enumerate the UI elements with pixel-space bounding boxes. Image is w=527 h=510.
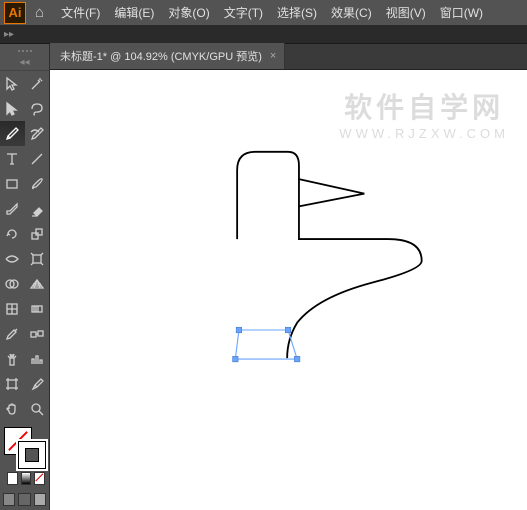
faucet-handle-path[interactable] [299,179,364,206]
menu-edit[interactable]: 编辑(E) [107,0,161,25]
home-icon[interactable]: ⌂ [35,4,44,21]
curvature-tool[interactable] [25,121,50,146]
menu-file[interactable]: 文件(F) [54,0,107,25]
menu-effect[interactable]: 效果(C) [324,0,379,25]
app-logo: Ai [4,2,26,24]
stroke-swatch[interactable] [18,441,46,469]
anchor-point[interactable] [285,327,290,332]
eyedropper-tool[interactable] [0,321,25,346]
artboard-tool[interactable] [0,371,25,396]
menu-object[interactable]: 对象(O) [161,0,216,25]
line-segment-tool[interactable] [25,146,50,171]
normal-mode[interactable] [3,493,15,506]
symbol-sprayer-tool[interactable] [0,346,25,371]
toolbox-grip[interactable] [0,47,49,55]
gradient-tool[interactable] [25,296,50,321]
menubar: 文件(F) 编辑(E) 对象(O) 文字(T) 选择(S) 效果(C) 视图(V… [54,0,490,25]
artwork [50,70,527,510]
column-graph-tool[interactable] [25,346,50,371]
color-mode-none[interactable] [34,472,45,485]
color-panel [0,421,49,489]
hand-tool[interactable] [0,396,25,421]
selection-anchors[interactable] [233,327,300,362]
presentation-mode[interactable] [34,493,46,506]
menu-view[interactable]: 视图(V) [379,0,433,25]
zoom-tool[interactable] [25,396,50,421]
type-tool[interactable] [0,146,25,171]
shape-builder-tool[interactable] [0,271,25,296]
scale-tool[interactable] [25,221,50,246]
anchor-point[interactable] [233,356,238,361]
free-transform-tool[interactable] [25,246,50,271]
tab-close-icon[interactable]: × [270,50,276,62]
blend-tool[interactable] [25,321,50,346]
color-mode-gradient[interactable] [21,472,32,485]
titlebar: Ai ⌂ 文件(F) 编辑(E) 对象(O) 文字(T) 选择(S) 效果(C)… [0,0,527,25]
controlbar-expand-icon[interactable]: ▸▸ [4,29,14,40]
menu-select[interactable]: 选择(S) [270,0,324,25]
anchor-point[interactable] [236,327,241,332]
tab-title: 未标题-1* @ 104.92% (CMYK/GPU 预览) [60,48,262,64]
slice-tool[interactable] [25,371,50,396]
document-tab[interactable]: 未标题-1* @ 104.92% (CMYK/GPU 预览) × [50,43,285,69]
document-area: 未标题-1* @ 104.92% (CMYK/GPU 预览) × 软件自学网 W… [50,44,527,510]
width-tool[interactable] [0,246,25,271]
pen-tool[interactable] [0,121,25,146]
menu-type[interactable]: 文字(T) [217,0,270,25]
faucet-body-path[interactable] [237,152,422,358]
paintbrush-tool[interactable] [25,171,50,196]
control-bar: ▸▸ [0,25,527,44]
shaper-tool[interactable] [0,196,25,221]
screen-modes [0,489,49,510]
eraser-tool[interactable] [25,196,50,221]
selection-tool[interactable] [0,71,25,96]
perspective-grid-tool[interactable] [25,271,50,296]
mesh-tool[interactable] [0,296,25,321]
anchor-point[interactable] [294,356,299,361]
magic-wand-tool[interactable] [25,71,50,96]
direct-selection-tool[interactable] [0,96,25,121]
tab-bar: 未标题-1* @ 104.92% (CMYK/GPU 预览) × [50,44,527,70]
lasso-tool[interactable] [25,96,50,121]
fullscreen-mode[interactable] [18,493,30,506]
menu-window[interactable]: 窗口(W) [433,0,490,25]
toolbox: ◂◂ [0,44,50,510]
rotate-tool[interactable] [0,221,25,246]
toolbox-collapse-icon[interactable]: ◂◂ [0,55,49,71]
rectangle-tool[interactable] [0,171,25,196]
color-mode-solid[interactable] [7,472,18,485]
canvas[interactable]: 软件自学网 WWW.RJZXW.COM [50,70,527,510]
